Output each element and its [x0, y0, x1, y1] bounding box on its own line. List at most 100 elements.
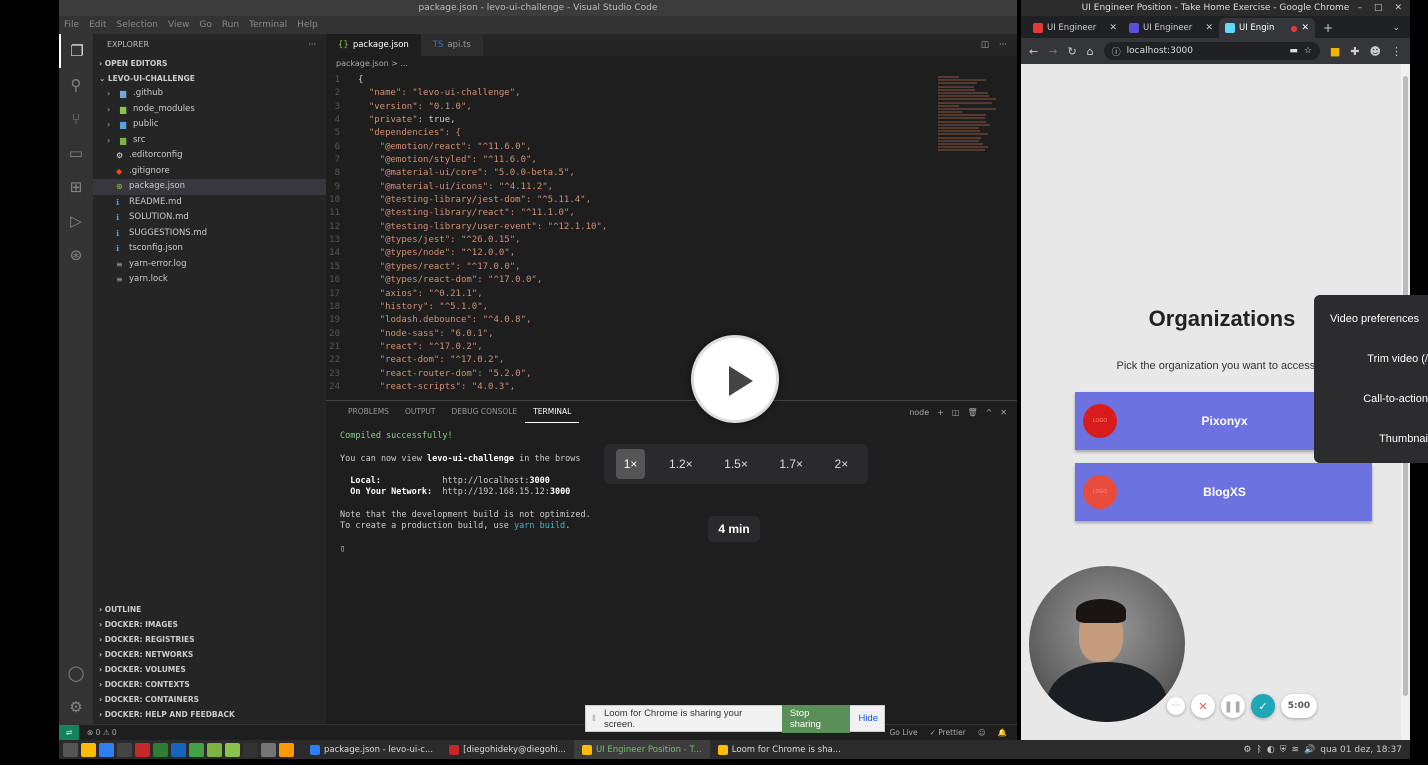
- file-SOLUTIONmd[interactable]: ℹ SOLUTION.md: [93, 210, 326, 226]
- sync-icon[interactable]: ◐: [1267, 745, 1275, 755]
- shield-icon[interactable]: ⛨: [1280, 745, 1287, 755]
- explorer-icon[interactable]: ❐: [59, 34, 93, 68]
- chrome-menu-icon[interactable]: ⋮: [1391, 45, 1402, 58]
- files-icon[interactable]: [225, 742, 240, 757]
- menu-file[interactable]: File: [64, 20, 79, 30]
- problems-count[interactable]: ⊗ 0 ⚠ 0: [79, 728, 117, 737]
- minimap[interactable]: [938, 76, 1008, 161]
- split-terminal-icon[interactable]: ◫: [952, 408, 960, 417]
- address-bar[interactable]: ⓘ localhost:3000 ▬ ☆: [1103, 42, 1320, 60]
- close-panel-icon[interactable]: ✕: [1000, 408, 1007, 417]
- network-icon[interactable]: ⚙: [1243, 745, 1251, 755]
- tab-problems[interactable]: PROBLEMS: [340, 402, 397, 422]
- run-debug-icon[interactable]: ▷: [59, 204, 93, 238]
- section-docker-contexts[interactable]: › DOCKER: CONTEXTS: [93, 677, 326, 692]
- file-SUGGESTIONSmd[interactable]: ℹ SUGGESTIONS.md: [93, 226, 326, 242]
- bluetooth-icon[interactable]: ᛒ: [1256, 745, 1261, 755]
- menu-trim-video[interactable]: Trim video (/: [1314, 335, 1428, 375]
- menu-thumbnail[interactable]: Thumbnai: [1314, 415, 1428, 455]
- tab-api-ts[interactable]: TS api.ts: [420, 34, 483, 56]
- taskbar-task[interactable]: [diegohideky@diegohi...: [441, 740, 574, 759]
- site-info-icon[interactable]: ⓘ: [1112, 45, 1121, 58]
- chrome-tab-3[interactable]: UI Engin ● ✕: [1219, 18, 1315, 38]
- tab-output[interactable]: OUTPUT: [397, 402, 444, 422]
- account-icon[interactable]: ◯: [59, 656, 93, 690]
- app-launcher-icon[interactable]: [207, 742, 222, 757]
- taskbar-task[interactable]: UI Engineer Position - T...: [573, 740, 710, 759]
- app-launcher-icon[interactable]: [153, 742, 168, 757]
- wifi-icon[interactable]: ≋: [1291, 745, 1299, 755]
- menu-video-preferences[interactable]: Video preferences: [1314, 295, 1428, 335]
- file-packagejson[interactable]: ⊛ package.json: [93, 179, 326, 195]
- speed-option-4[interactable]: 1.7×: [771, 449, 811, 479]
- pause-icon[interactable]: ❚❚: [1221, 694, 1245, 718]
- app-launcher-icon[interactable]: [135, 742, 150, 757]
- maximize-icon[interactable]: □: [1374, 0, 1383, 16]
- play-button[interactable]: [691, 335, 779, 423]
- file-gitignore[interactable]: ◆ .gitignore: [93, 164, 326, 180]
- vscode-launcher-icon[interactable]: [99, 742, 114, 757]
- clock[interactable]: qua 01 dez, 18:37: [1320, 745, 1402, 755]
- menu-selection[interactable]: Selection: [117, 20, 158, 30]
- settings-gear-icon[interactable]: ⚙: [59, 690, 93, 724]
- stop-sharing-button[interactable]: Stop sharing: [781, 704, 851, 733]
- chrome-launcher-icon[interactable]: [81, 742, 96, 757]
- extensions-icon[interactable]: ⊞: [59, 170, 93, 204]
- docker-icon[interactable]: ⊛: [59, 238, 93, 272]
- source-control-icon[interactable]: ⑂: [59, 102, 93, 136]
- split-editor-icon[interactable]: ◫: [981, 34, 989, 56]
- terminal-icon[interactable]: [243, 742, 258, 757]
- remote-indicator-icon[interactable]: ⇌: [59, 724, 79, 741]
- finish-recording-icon[interactable]: ✓: [1251, 694, 1275, 718]
- bookmark-star-icon[interactable]: ☆: [1304, 46, 1312, 56]
- feedback-icon[interactable]: ☺: [978, 728, 986, 737]
- app-launcher-icon[interactable]: [279, 742, 294, 757]
- new-terminal-icon[interactable]: +: [937, 408, 944, 417]
- cancel-recording-icon[interactable]: ✕: [1191, 694, 1215, 718]
- close-icon[interactable]: ✕: [1394, 0, 1402, 16]
- remote-explorer-icon[interactable]: ▭: [59, 136, 93, 170]
- drag-handle-icon[interactable]: ‖: [592, 713, 596, 724]
- menu-go[interactable]: Go: [199, 20, 211, 30]
- menu-terminal[interactable]: Terminal: [249, 20, 287, 30]
- prettier-status[interactable]: ✓ Prettier: [930, 728, 966, 737]
- terminal-shell-select[interactable]: node: [909, 408, 929, 417]
- file-editorconfig[interactable]: ⚙ .editorconfig: [93, 148, 326, 164]
- file-tsconfigjson[interactable]: ℹ tsconfig.json: [93, 241, 326, 257]
- project-section[interactable]: ⌄ LEVO-UI-CHALLENGE: [93, 71, 326, 86]
- folder-nodemodules[interactable]: › ▆ node_modules: [93, 102, 326, 118]
- chrome-tab-1[interactable]: UI Engineer ✕: [1027, 18, 1123, 38]
- speed-option-5[interactable]: 2×: [827, 449, 857, 479]
- tab-terminal[interactable]: TERMINAL: [525, 402, 580, 423]
- tab-package-json[interactable]: {} package.json: [326, 34, 421, 56]
- home-icon[interactable]: ⌂: [1087, 45, 1094, 58]
- section-docker-help-and-feedback[interactable]: › DOCKER: HELP AND FEEDBACK: [93, 707, 326, 722]
- speed-option-2[interactable]: 1.2×: [661, 449, 701, 479]
- section-docker-containers[interactable]: › DOCKER: CONTAINERS: [93, 692, 326, 707]
- menu-help[interactable]: Help: [297, 20, 318, 30]
- more-options-icon[interactable]: ···: [1167, 697, 1185, 715]
- menu-call-to-action[interactable]: Call-to-action: [1314, 375, 1428, 415]
- webcam-bubble[interactable]: [1029, 566, 1185, 722]
- menu-edit[interactable]: Edit: [89, 20, 106, 30]
- more-actions-icon[interactable]: ···: [999, 34, 1007, 56]
- go-live-button[interactable]: Go Live: [889, 728, 917, 737]
- app-launcher-icon[interactable]: [117, 742, 132, 757]
- volume-icon[interactable]: 🔊: [1304, 745, 1315, 755]
- taskbar-task[interactable]: Loom for Chrome is sha...: [710, 740, 849, 759]
- folder-src[interactable]: › ▆ src: [93, 133, 326, 149]
- back-icon[interactable]: ←: [1029, 45, 1038, 58]
- section-docker-volumes[interactable]: › DOCKER: VOLUMES: [93, 662, 326, 677]
- code-editor[interactable]: 1{2 "name": "levo-ui-challenge", 3 "versi…: [326, 74, 926, 394]
- open-editors-section[interactable]: › OPEN EDITORS: [93, 56, 326, 71]
- file-yarnerrorlog[interactable]: ≡ yarn-error.log: [93, 257, 326, 273]
- hide-button[interactable]: Hide: [858, 713, 878, 724]
- more-actions-icon[interactable]: ···: [308, 34, 316, 56]
- section-outline[interactable]: › OUTLINE: [93, 602, 326, 617]
- close-tab-icon[interactable]: ✕: [1205, 23, 1213, 33]
- menu-icon[interactable]: [63, 742, 78, 757]
- org-button-blogxs[interactable]: LOGO BlogXS: [1075, 463, 1372, 521]
- trash-icon[interactable]: 🗑: [967, 408, 977, 417]
- tab-debug-console[interactable]: DEBUG CONSOLE: [444, 402, 526, 422]
- app-launcher-icon[interactable]: [261, 742, 276, 757]
